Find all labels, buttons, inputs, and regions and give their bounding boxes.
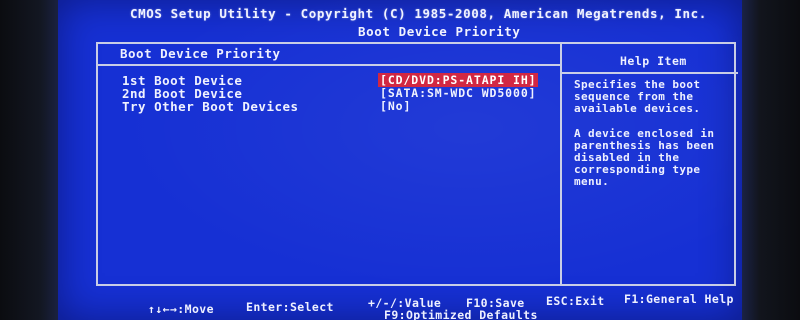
key-defaults-hint: F9:Optimized Defaults — [384, 308, 538, 320]
page-title: Boot Device Priority — [358, 24, 521, 39]
setting-row-2nd-boot-device[interactable]: 2nd Boot Device [SATA:SM-WDC WD5000] — [122, 86, 552, 101]
monitor-bezel-right — [742, 0, 800, 320]
help-text: Specifies the boot sequence from the ava… — [574, 79, 734, 188]
setting-value-1st-boot-device[interactable]: [CD/DVD:PS-ATAPI IH] — [378, 73, 539, 87]
help-panel-heading: Help Item — [620, 54, 687, 68]
key-help-bar: ↑↓←→:Move Enter:Select +/-/:Value F10:Sa… — [58, 292, 742, 320]
boot-settings-list: 1st Boot Device [CD/DVD:PS-ATAPI IH] 2nd… — [122, 73, 552, 114]
settings-panel-heading: Boot Device Priority — [120, 46, 281, 61]
setting-row-1st-boot-device[interactable]: 1st Boot Device [CD/DVD:PS-ATAPI IH] — [122, 73, 552, 88]
setting-value-2nd-boot-device[interactable]: [SATA:SM-WDC WD5000] — [378, 86, 538, 100]
key-general-help-hint: F1:General Help — [624, 292, 734, 306]
key-move-hint: ↑↓←→:Move — [148, 302, 214, 316]
panel-divider — [560, 44, 562, 284]
help-line: menu. — [574, 175, 610, 188]
bios-screen: CMOS Setup Utility - Copyright (C) 1985-… — [58, 0, 742, 320]
help-heading-rule — [562, 72, 738, 74]
setting-row-try-other-boot-devices[interactable]: Try Other Boot Devices [No] — [122, 99, 552, 114]
utility-title: CMOS Setup Utility - Copyright (C) 1985-… — [130, 6, 707, 21]
help-line: available devices. — [574, 102, 701, 115]
settings-heading-rule — [98, 64, 560, 66]
monitor-bezel-left — [0, 0, 58, 320]
key-enter-hint: Enter:Select — [246, 300, 334, 314]
setting-value-try-other-boot-devices[interactable]: [No] — [378, 99, 413, 113]
key-exit-hint: ESC:Exit — [546, 294, 605, 308]
setting-label: Try Other Boot Devices — [122, 99, 299, 114]
